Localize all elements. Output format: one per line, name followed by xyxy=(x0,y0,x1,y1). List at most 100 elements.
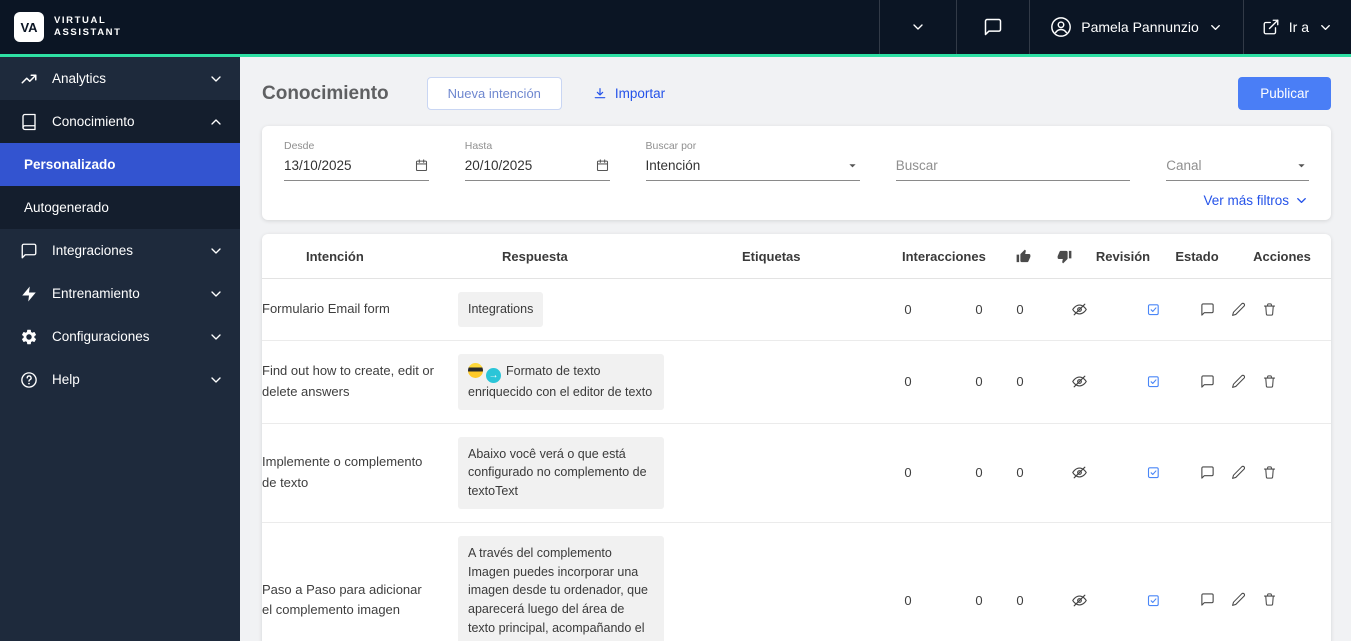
download-icon xyxy=(592,86,608,102)
date-from-field[interactable]: Desde 13/10/2025 xyxy=(284,140,429,181)
review-eye-off-icon xyxy=(1040,373,1118,390)
date-to-field[interactable]: Hasta 20/10/2025 xyxy=(464,140,610,181)
table-row: Implemente o complemento de texto Abaixo… xyxy=(262,424,1331,523)
user-menu[interactable]: Pamela Pannunzio xyxy=(1029,0,1243,54)
table-row: Formulario Email form Integrations 0 0 0 xyxy=(262,279,1331,341)
cool-face-emoji-icon xyxy=(468,362,483,378)
table-row: Paso a Paso para adicionar el complement… xyxy=(262,523,1331,641)
brand-name: VIRTUAL ASSISTANT xyxy=(54,15,122,40)
delete-action-icon[interactable] xyxy=(1262,464,1277,482)
edit-action-icon[interactable] xyxy=(1231,591,1246,609)
status-check-icon[interactable] xyxy=(1118,374,1188,389)
chevron-down-icon xyxy=(208,329,224,345)
comment-action-icon[interactable] xyxy=(1200,373,1215,391)
col-tags: Etiquetas xyxy=(742,248,801,264)
chevron-down-icon xyxy=(208,243,224,259)
sidebar-item-analytics[interactable]: Analytics xyxy=(0,57,240,100)
thumb-down-icon xyxy=(1044,249,1084,264)
chevron-down-icon xyxy=(1208,20,1223,35)
comment-action-icon[interactable] xyxy=(1200,300,1215,318)
topbar-right: Pamela Pannunzio Ir a xyxy=(879,0,1351,54)
response-chip: Abaixo você verá o que está configurado … xyxy=(458,436,664,509)
sidebar-item-entrenamiento[interactable]: Entrenamiento xyxy=(0,272,240,315)
search-by-select[interactable]: Buscar por Intención xyxy=(645,140,860,181)
search-field[interactable] xyxy=(895,140,1131,181)
delete-action-icon[interactable] xyxy=(1262,300,1277,318)
chat-bubble-icon xyxy=(983,17,1003,37)
goto-label: Ir a xyxy=(1288,19,1309,35)
dislikes-count: 0 xyxy=(1016,465,1024,481)
channel-select[interactable]: Canal xyxy=(1166,140,1310,181)
sidebar-item-label: Configuraciones xyxy=(52,329,150,344)
likes-count: 0 xyxy=(975,465,983,481)
intents-table: Intención Respuesta Etiquetas Interaccio… xyxy=(262,234,1331,641)
more-filters-link[interactable]: Ver más filtros xyxy=(284,181,1309,208)
calendar-icon[interactable] xyxy=(414,158,429,173)
status-check-icon[interactable] xyxy=(1118,465,1188,480)
dislikes-count: 0 xyxy=(1016,592,1024,608)
comment-action-icon[interactable] xyxy=(1200,591,1215,609)
likes-count: 0 xyxy=(975,592,983,608)
external-link-icon xyxy=(1262,18,1280,36)
col-intent: Intención xyxy=(306,248,364,264)
sidebar-item-integraciones[interactable]: Integraciones xyxy=(0,229,240,272)
response-chip: Integrations xyxy=(458,292,544,327)
publish-button[interactable]: Publicar xyxy=(1238,77,1331,110)
import-button[interactable]: Importar xyxy=(592,86,665,102)
review-eye-off-icon xyxy=(1040,464,1118,481)
comment-action-icon[interactable] xyxy=(1200,464,1215,482)
calendar-icon[interactable] xyxy=(595,158,610,173)
status-check-icon[interactable] xyxy=(1118,302,1188,317)
sidebar-item-label: Analytics xyxy=(52,71,107,86)
topbar: VA VIRTUAL ASSISTANT Pamela Pannunzio Ir… xyxy=(0,0,1351,57)
more-filters-label: Ver más filtros xyxy=(1203,193,1289,208)
date-to-value: 20/10/2025 xyxy=(464,158,533,173)
filter-card: Desde 13/10/2025 Hasta 20/10/2025 Buscar… xyxy=(262,126,1331,220)
dropdown-caret-icon xyxy=(845,158,860,173)
intent-text: Find out how to create, edit or delete a… xyxy=(262,363,434,399)
sidebar-item-personalizado[interactable]: Personalizado xyxy=(0,143,240,186)
goto-menu[interactable]: Ir a xyxy=(1242,0,1351,54)
sidebar-item-configuraciones[interactable]: Configuraciones xyxy=(0,315,240,358)
book-icon xyxy=(20,113,38,131)
sidebar-item-autogenerado[interactable]: Autogenerado xyxy=(0,186,240,229)
brand-line1: VIRTUAL xyxy=(54,14,107,26)
interactions-count: 0 xyxy=(904,374,912,390)
sidebar-item-label: Conocimiento xyxy=(52,114,135,129)
gear-icon xyxy=(20,328,38,346)
response-text: A través del complemento Imagen puedes i… xyxy=(468,545,648,641)
chat-bubble-icon xyxy=(20,242,38,260)
edit-action-icon[interactable] xyxy=(1231,373,1246,391)
sidebar-item-help[interactable]: Help xyxy=(0,358,240,401)
app-logo[interactable]: VA VIRTUAL ASSISTANT xyxy=(0,0,122,54)
new-intent-button[interactable]: Nueva intención xyxy=(426,77,562,110)
sidebar-group-conocimiento: Conocimiento Personalizado Autogenerado xyxy=(0,100,240,229)
search-by-value: Intención xyxy=(645,158,701,173)
arrow-right-circle-emoji-icon xyxy=(486,367,501,383)
response-text: Abaixo você verá o que está configurado … xyxy=(468,446,647,499)
row-actions xyxy=(1188,464,1288,482)
sidebar-subitem-label: Personalizado xyxy=(24,157,116,172)
chevron-down-icon xyxy=(910,19,926,35)
delete-action-icon[interactable] xyxy=(1262,591,1277,609)
user-name: Pamela Pannunzio xyxy=(1081,19,1199,35)
sidebar-item-conocimiento[interactable]: Conocimiento xyxy=(0,100,240,143)
chevron-down-icon xyxy=(208,71,224,87)
edit-action-icon[interactable] xyxy=(1231,464,1246,482)
col-actions: Acciones xyxy=(1253,248,1311,264)
date-to-label: Hasta xyxy=(464,140,493,152)
chevron-up-icon xyxy=(208,114,224,130)
review-eye-off-icon xyxy=(1040,301,1118,318)
import-label: Importar xyxy=(614,86,666,101)
search-input[interactable] xyxy=(895,158,1131,173)
delete-action-icon[interactable] xyxy=(1262,373,1277,391)
edit-action-icon[interactable] xyxy=(1231,300,1246,318)
intent-text: Paso a Paso para adicionar el complement… xyxy=(262,581,422,617)
status-check-icon[interactable] xyxy=(1118,593,1188,608)
channel-placeholder: Canal xyxy=(1166,158,1202,173)
topbar-chat-button[interactable] xyxy=(956,0,1029,54)
chevron-down-icon xyxy=(1318,20,1333,35)
review-eye-off-icon xyxy=(1040,592,1118,609)
topbar-dropdown[interactable] xyxy=(879,0,956,54)
sidebar-item-label: Integraciones xyxy=(52,243,134,258)
